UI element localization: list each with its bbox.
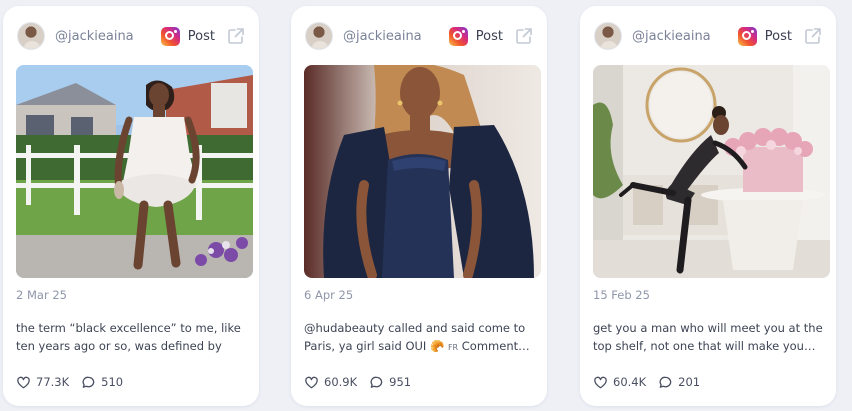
post-image-graphic — [304, 65, 541, 278]
card-header: @jackieaina Post — [594, 20, 822, 52]
comment-bubble-icon — [82, 376, 95, 388]
heart-icon — [594, 376, 607, 388]
comments-count: 201 — [678, 375, 701, 389]
post-image-graphic — [593, 65, 830, 278]
avatar[interactable] — [305, 22, 333, 50]
instagram-icon — [448, 26, 468, 46]
post-card[interactable]: @jackieaina Post — [580, 6, 836, 406]
flag-label: FR — [447, 343, 459, 352]
engagement-stats: 60.9K 951 — [304, 373, 411, 391]
post-image[interactable] — [593, 65, 830, 278]
avatar[interactable] — [594, 22, 622, 50]
post-image[interactable] — [16, 65, 253, 278]
external-link-icon[interactable] — [515, 27, 533, 45]
post-date: 15 Feb 25 — [593, 288, 650, 302]
likes-count: 77.3K — [36, 375, 70, 389]
instagram-icon — [737, 26, 757, 46]
post-type-label: Post — [187, 28, 215, 44]
external-link-icon[interactable] — [227, 27, 245, 45]
likes-count: 60.4K — [613, 375, 647, 389]
account-handle[interactable]: @jackieaina — [343, 29, 422, 44]
comment-bubble-icon — [370, 376, 383, 388]
comment-bubble-icon — [659, 376, 672, 388]
likes-count: 60.9K — [324, 375, 358, 389]
engagement-stats: 60.4K 201 — [593, 373, 700, 391]
heart-icon — [17, 376, 30, 388]
post-caption: the term “black excellence” to me, like … — [16, 321, 241, 353]
post-type-label: Post — [475, 28, 503, 44]
post-card[interactable]: @jackieaina Post — [291, 6, 547, 406]
card-header: @jackieaina Post — [17, 20, 245, 52]
post-image-graphic — [16, 65, 253, 278]
instagram-icon — [160, 26, 180, 46]
post-type-label: Post — [764, 28, 792, 44]
external-link-icon[interactable] — [804, 27, 822, 45]
post-date: 6 Apr 25 — [304, 288, 354, 302]
post-image[interactable] — [304, 65, 541, 278]
post-card[interactable]: @jackieaina Post — [3, 6, 259, 406]
comments-count: 951 — [389, 375, 412, 389]
comments-count: 510 — [101, 375, 124, 389]
post-date: 2 Mar 25 — [16, 288, 67, 302]
account-handle[interactable]: @jackieaina — [632, 29, 711, 44]
card-header: @jackieaina Post — [305, 20, 533, 52]
engagement-stats: 77.3K 510 — [16, 373, 123, 391]
account-handle[interactable]: @jackieaina — [55, 29, 134, 44]
heart-icon — [305, 376, 318, 388]
avatar[interactable] — [17, 22, 45, 50]
post-caption: @hudabeauty called and said come to Pari… — [304, 319, 536, 355]
post-caption: get you a man who will meet you at the t… — [593, 321, 823, 353]
post-caption-tail: Comment… — [458, 339, 530, 353]
